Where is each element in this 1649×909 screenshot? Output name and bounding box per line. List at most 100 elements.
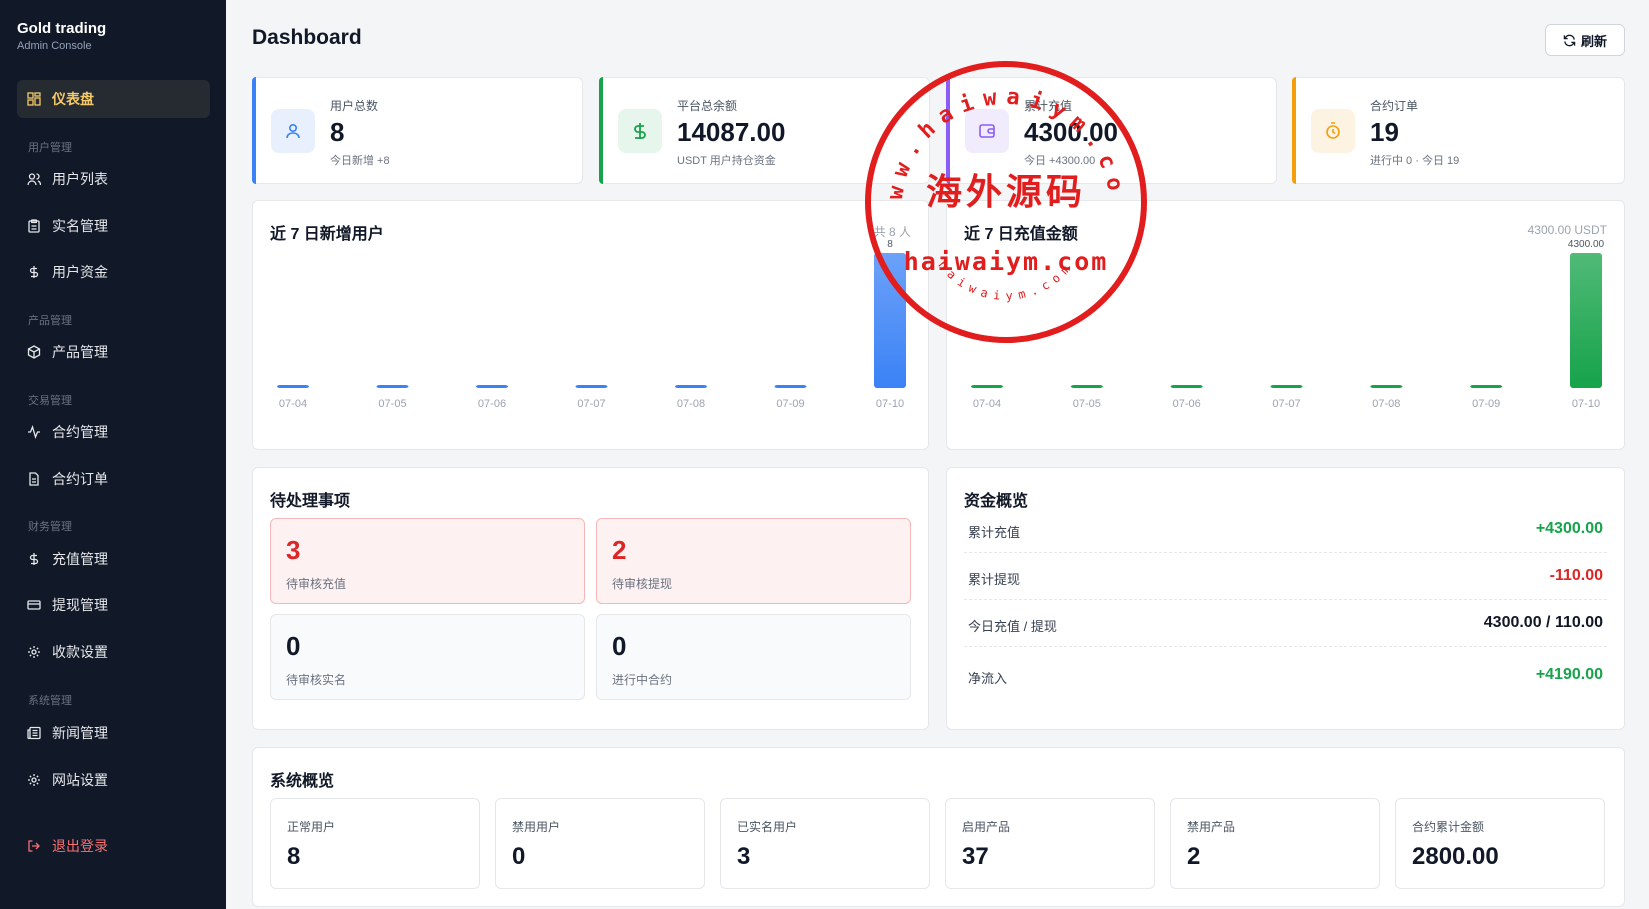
system-label: 正常用户 [287, 820, 336, 834]
chart-tick-label: 07-07 [577, 398, 605, 410]
logout-label: 退出登录 [52, 838, 108, 854]
chart-tick-label: 07-06 [478, 398, 506, 410]
refresh-label: 刷新 [1580, 33, 1607, 49]
refresh-icon [1563, 34, 1576, 46]
chart-bar [774, 385, 807, 388]
dollar-icon [27, 265, 41, 279]
sidebar-item-label: 合约管理 [52, 424, 108, 440]
sidebar-item-contract-orders[interactable]: 合约订单 [17, 460, 210, 498]
stat-label: 合约订单 [1370, 99, 1419, 113]
sidebar-item-products[interactable]: 产品管理 [17, 333, 210, 371]
nav-group-users: 用户管理 [28, 142, 72, 154]
chart-tick-label: 07-04 [279, 398, 307, 410]
chart-plot: 07-04 07-05 07-06 07-07 07-08 07-09 07-10 8 [277, 239, 906, 410]
pending-contracts-tile[interactable]: 0 进行中合约 [596, 614, 911, 700]
sidebar-item-label: 用户资金 [52, 264, 108, 280]
pending-label: 待审核提现 [612, 577, 673, 591]
sidebar-item-label: 收款设置 [52, 644, 108, 660]
sidebar-item-kyc[interactable]: 实名管理 [17, 207, 210, 245]
chart-tick-label: 07-07 [1272, 398, 1300, 410]
system-tile: 正常用户 8 [270, 798, 480, 889]
fund-label: 今日充值 / 提现 [968, 619, 1057, 634]
chart-tick-label: 07-04 [973, 398, 1001, 410]
pending-recharge-tile[interactable]: 3 待审核充值 [270, 518, 585, 604]
stat-value: 14087.00 [677, 117, 786, 147]
sidebar-item-withdraw[interactable]: 提现管理 [17, 586, 210, 624]
chart-bar [1570, 253, 1602, 388]
sidebar-item-news[interactable]: 新闻管理 [17, 714, 210, 752]
stat-sub: 今日新增 +8 [330, 155, 390, 167]
chart-bar [1470, 385, 1503, 388]
stat-label: 累计充值 [1024, 99, 1073, 113]
chart-bar [971, 385, 1003, 388]
system-label: 禁用用户 [512, 820, 561, 834]
stat-card-recharge: 累计充值 4300.00 今日 +4300.00 [946, 77, 1277, 184]
pending-value: 0 [286, 631, 301, 661]
system-tile: 已实名用户 3 [720, 798, 930, 889]
chart-tick-label: 07-08 [1372, 398, 1400, 410]
newspaper-icon [27, 726, 41, 740]
system-tile: 禁用用户 0 [495, 798, 705, 889]
users-icon [27, 172, 41, 186]
system-label: 禁用产品 [1187, 820, 1236, 834]
pending-kyc-tile[interactable]: 0 待审核实名 [270, 614, 585, 700]
credit-card-icon [27, 598, 41, 612]
system-value: 2800.00 [1412, 843, 1499, 870]
sidebar-item-label: 新闻管理 [52, 725, 108, 741]
chart-data-label: 4300.00 [1568, 239, 1605, 250]
fund-row: 今日充值 / 提现 4300.00 / 110.00 [964, 600, 1607, 647]
sidebar-item-contracts[interactable]: 合约管理 [17, 413, 210, 451]
system-tile: 合约累计金额 2800.00 [1395, 798, 1605, 889]
sidebar-item-label: 用户列表 [52, 171, 108, 187]
fund-label: 净流入 [968, 671, 1008, 686]
chart-bar [1370, 385, 1403, 388]
system-value: 37 [962, 843, 989, 870]
sidebar-item-user-funds[interactable]: 用户资金 [17, 253, 210, 291]
sidebar-item-dashboard[interactable]: 仪表盘 [17, 80, 210, 118]
sidebar-item-label: 网站设置 [52, 772, 108, 788]
fund-label: 累计充值 [968, 525, 1021, 540]
logout-icon [27, 839, 41, 853]
pending-value: 0 [612, 631, 627, 661]
sidebar-item-label: 合约订单 [52, 471, 108, 487]
refresh-button[interactable]: 刷新 [1545, 24, 1625, 56]
chart-tick-label: 07-06 [1173, 398, 1201, 410]
system-panel: 系统概览 正常用户 8 禁用用户 0 已实名用户 3 启用产品 37 禁用产品 … [252, 747, 1625, 907]
chart-bar [476, 385, 508, 388]
logout-button[interactable]: 退出登录 [17, 827, 210, 865]
system-tile: 禁用产品 2 [1170, 798, 1380, 889]
box-icon [27, 345, 41, 359]
nav-group-products: 产品管理 [28, 315, 72, 327]
system-label: 合约累计金额 [1412, 820, 1485, 834]
sidebar-item-site-settings[interactable]: 网站设置 [17, 761, 210, 799]
sidebar-item-recharge[interactable]: 充值管理 [17, 540, 210, 578]
chart-bar [1170, 385, 1203, 388]
stat-label: 用户总数 [330, 99, 379, 113]
pending-label: 待审核充值 [286, 577, 347, 591]
stat-card-balance: 平台总余额 14087.00 USDT 用户持仓资金 [599, 77, 930, 184]
dashboard-icon [27, 92, 41, 106]
chart-bar [874, 253, 906, 388]
page-title: Dashboard [252, 26, 362, 49]
sidebar-item-label: 充值管理 [52, 551, 108, 567]
chart-tick-label: 07-09 [1472, 398, 1500, 410]
chart-bar [376, 385, 409, 388]
pending-value: 3 [286, 535, 301, 565]
stat-value: 19 [1370, 117, 1399, 147]
fund-value: -110.00 [1549, 567, 1603, 584]
pending-value: 2 [612, 535, 627, 565]
chart-tick-label: 07-10 [876, 398, 904, 410]
stat-card-users: 用户总数 8 今日新增 +8 [252, 77, 583, 184]
chart-tick-label: 07-10 [1572, 398, 1600, 410]
nav-group-system: 系统管理 [28, 695, 72, 707]
clipboard-icon [27, 219, 41, 233]
gear-icon [27, 645, 41, 659]
brand: Gold trading Admin Console [17, 20, 106, 52]
nav-group-trading: 交易管理 [28, 395, 72, 407]
pending-withdraw-tile[interactable]: 2 待审核提现 [596, 518, 911, 604]
stat-label: 平台总余额 [677, 99, 738, 113]
chart-tick-label: 07-05 [1073, 398, 1101, 410]
dollar-icon [618, 109, 662, 153]
sidebar-item-payment-settings[interactable]: 收款设置 [17, 633, 210, 671]
sidebar-item-user-list[interactable]: 用户列表 [17, 160, 210, 198]
